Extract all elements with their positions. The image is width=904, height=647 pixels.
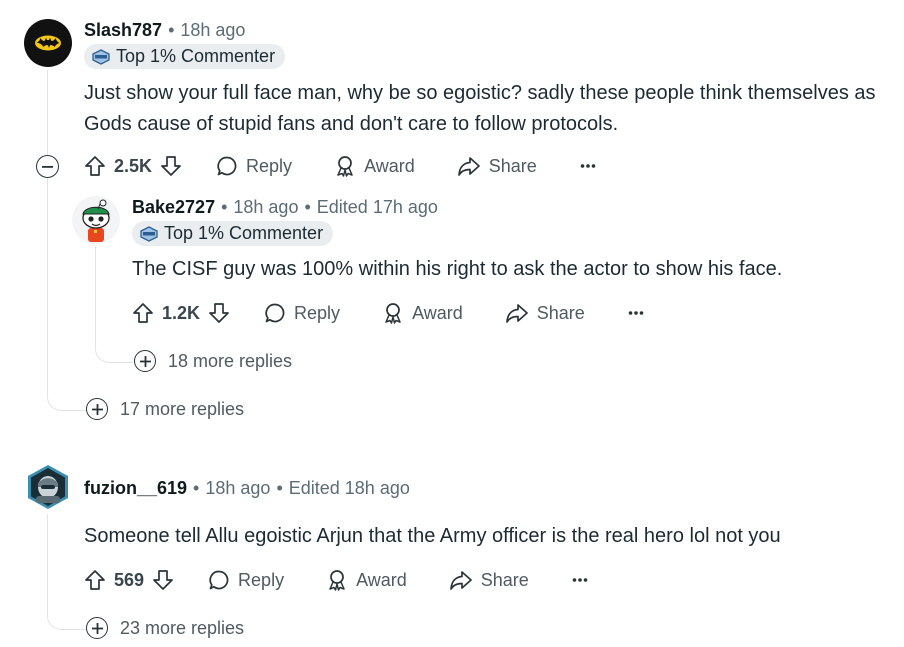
award-icon bbox=[329, 570, 345, 591]
share-icon bbox=[449, 571, 472, 590]
collapse-thread-button[interactable] bbox=[36, 155, 59, 178]
downvote-button[interactable] bbox=[160, 155, 182, 177]
award-icon bbox=[385, 303, 401, 324]
badge-icon bbox=[92, 48, 110, 65]
snoo-avatar-icon bbox=[82, 199, 110, 242]
timestamp: 18h ago bbox=[205, 478, 271, 498]
speech-bubble-icon bbox=[209, 570, 229, 590]
top-commenter-badge: Top 1% Commenter bbox=[84, 44, 286, 69]
comment-meta: Slash787 • 18h ago bbox=[84, 20, 246, 40]
comment-meta: Bake2727 • 18h ago • Edited 17h ago bbox=[132, 197, 438, 217]
upvote-icon bbox=[133, 303, 153, 323]
downvote-icon bbox=[153, 570, 173, 590]
plus-circle-icon bbox=[134, 350, 156, 372]
more-options-button[interactable] bbox=[572, 577, 588, 583]
speech-bubble-icon bbox=[265, 303, 285, 323]
ellipsis-icon bbox=[628, 311, 644, 315]
share-button[interactable]: Share bbox=[505, 302, 585, 324]
avatar[interactable] bbox=[24, 463, 72, 511]
edited-label: Edited 18h ago bbox=[288, 478, 410, 498]
share-button[interactable]: Share bbox=[457, 155, 537, 177]
more-options-button[interactable] bbox=[628, 310, 644, 316]
upvote-button[interactable] bbox=[132, 302, 154, 324]
more-replies-button[interactable]: 18 more replies bbox=[134, 350, 292, 372]
comment-actions: 1.2K Reply Award Share bbox=[132, 299, 644, 327]
speech-bubble-icon bbox=[217, 156, 237, 176]
comment-actions: 569 Reply Award Share bbox=[84, 566, 588, 594]
author-name[interactable]: Slash787 bbox=[84, 20, 162, 40]
plus-circle-icon bbox=[86, 398, 108, 420]
author-name[interactable]: fuzion__619 bbox=[84, 478, 187, 498]
award-button[interactable]: Award bbox=[334, 155, 415, 177]
comment-meta: fuzion__619 • 18h ago • Edited 18h ago bbox=[84, 478, 410, 498]
more-replies-button[interactable]: 17 more replies bbox=[86, 398, 244, 420]
hexagon-avatar-icon bbox=[28, 465, 68, 509]
comment-body: Someone tell Allu egoistic Arjun that th… bbox=[84, 525, 781, 547]
avatar[interactable] bbox=[72, 196, 120, 244]
upvote-icon bbox=[85, 156, 105, 176]
ellipsis-icon bbox=[580, 164, 596, 168]
more-options-button[interactable] bbox=[580, 163, 596, 169]
downvote-button[interactable] bbox=[208, 302, 230, 324]
upvote-icon bbox=[85, 570, 105, 590]
reply-button[interactable]: Reply bbox=[208, 569, 284, 591]
batman-logo-icon bbox=[35, 35, 61, 51]
edited-label: Edited 17h ago bbox=[316, 197, 438, 217]
badge-icon bbox=[140, 225, 158, 242]
timestamp: 18h ago bbox=[180, 20, 246, 40]
award-button[interactable]: Award bbox=[326, 569, 407, 591]
downvote-button[interactable] bbox=[152, 569, 174, 591]
award-icon bbox=[337, 156, 353, 177]
reply-button[interactable]: Reply bbox=[264, 302, 340, 324]
downvote-icon bbox=[209, 303, 229, 323]
timestamp: 18h ago bbox=[233, 197, 299, 217]
share-icon bbox=[505, 304, 528, 323]
upvote-button[interactable] bbox=[84, 569, 106, 591]
top-commenter-badge: Top 1% Commenter bbox=[132, 221, 334, 246]
vote-count: 1.2K bbox=[162, 302, 201, 323]
avatar[interactable] bbox=[24, 19, 72, 67]
share-icon bbox=[457, 157, 480, 176]
vote-count: 2.5K bbox=[114, 155, 153, 176]
downvote-icon bbox=[161, 156, 181, 176]
upvote-button[interactable] bbox=[84, 155, 106, 177]
reply-button[interactable]: Reply bbox=[216, 155, 292, 177]
share-button[interactable]: Share bbox=[449, 569, 529, 591]
comment-body: The CISF guy was 100% within his right t… bbox=[132, 258, 783, 280]
comment-body: Just show your full face man, why be so … bbox=[84, 82, 876, 135]
minus-icon bbox=[42, 165, 53, 168]
vote-count: 569 bbox=[114, 569, 145, 590]
plus-circle-icon bbox=[86, 617, 108, 639]
award-button[interactable]: Award bbox=[382, 302, 463, 324]
ellipsis-icon bbox=[572, 578, 588, 582]
comment-actions: 2.5K Reply Award Share bbox=[84, 152, 596, 180]
author-name[interactable]: Bake2727 bbox=[132, 197, 215, 217]
more-replies-button[interactable]: 23 more replies bbox=[86, 617, 244, 639]
